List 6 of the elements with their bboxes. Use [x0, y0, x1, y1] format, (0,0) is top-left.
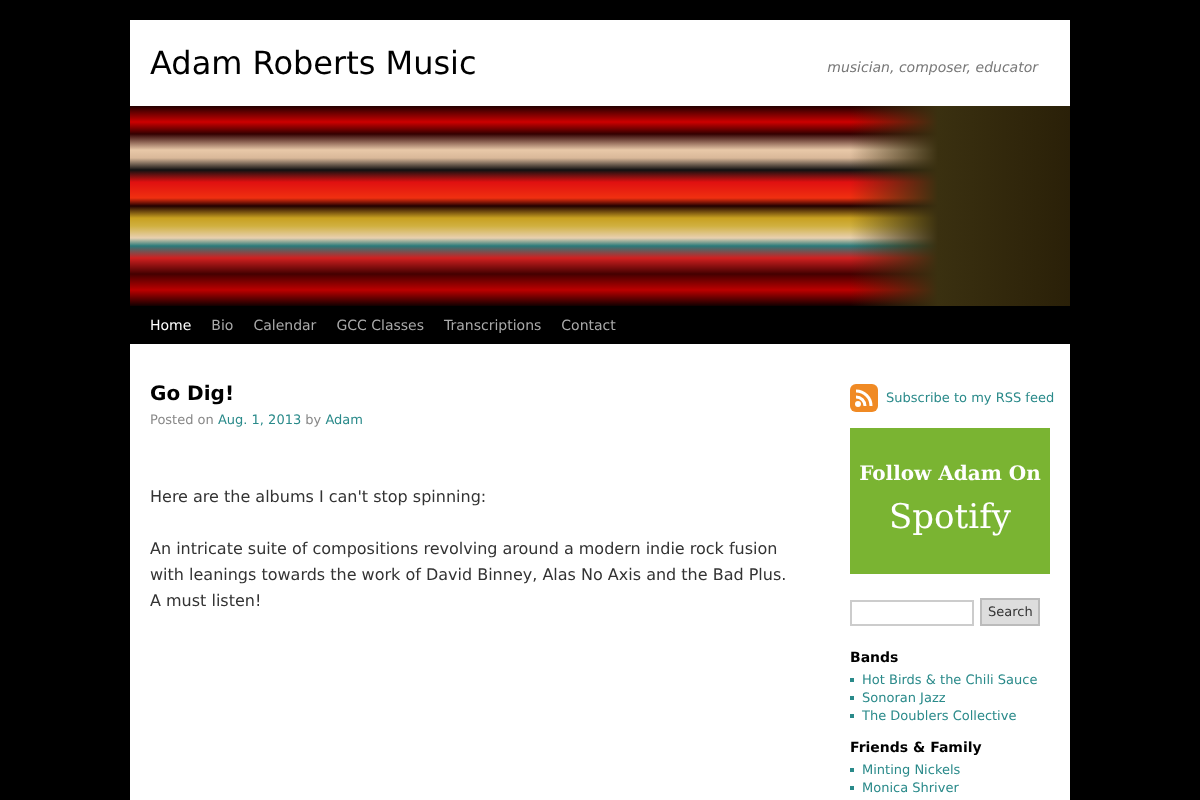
post-paragraph: An intricate suite of compositions revolving around a modern indie rock fusion with leanings towards the work of David Binney, Alas No Axis and the Bad Plus. A must listen! — [150, 538, 789, 614]
post-paragraph: Here are the albums I can't stop spinning: — [150, 486, 489, 510]
site-title[interactable]: Adam Roberts Music — [150, 44, 477, 82]
post-title[interactable]: Go Dig! — [150, 384, 790, 406]
search-field[interactable] — [850, 599, 974, 625]
rss-icon[interactable] — [850, 384, 878, 412]
